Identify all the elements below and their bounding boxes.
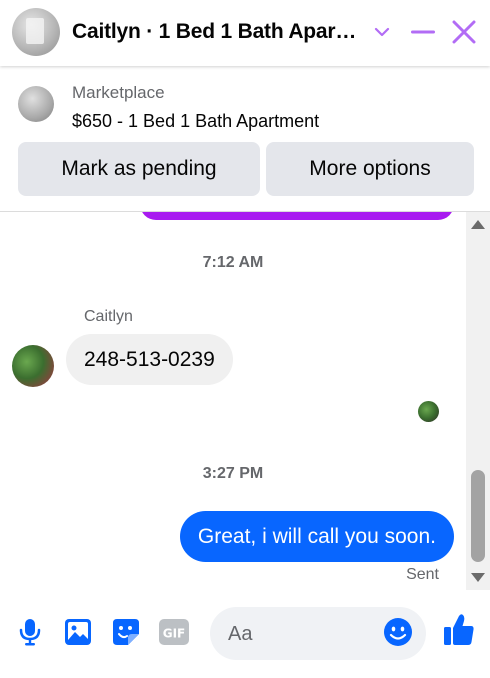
listing-title[interactable]: $650 - 1 Bed 1 Bath Apartment	[72, 111, 319, 132]
sender-name: Caitlyn	[84, 308, 133, 325]
listing-thumbnail[interactable]	[18, 86, 54, 122]
message-thread[interactable]: 7:12 AM Caitlyn 248-513-0239 3:27 PM Gre…	[0, 212, 490, 590]
thumbs-up-icon	[444, 614, 474, 645]
emoji-icon	[384, 618, 412, 646]
previous-message-bubble[interactable]	[140, 212, 454, 220]
message-status: Sent	[406, 566, 439, 583]
voice-clip-button[interactable]	[14, 616, 46, 648]
timestamp: 3:27 PM	[202, 465, 264, 482]
timestamp: 7:12 AM	[202, 254, 264, 271]
photo-icon	[65, 619, 91, 645]
listing-source: Marketplace	[72, 83, 165, 102]
microphone-icon	[19, 619, 41, 646]
scrollbar-thumb[interactable]	[471, 470, 485, 562]
sender-avatar[interactable]	[12, 345, 54, 387]
scroll-up-arrow-icon[interactable]	[471, 220, 485, 229]
message-composer: GIF	[0, 590, 490, 678]
minimize-button[interactable]	[406, 15, 440, 49]
conversation-title[interactable]: Caitlyn · 1 Bed 1 Bath Apar…	[72, 20, 364, 44]
chat-header: Caitlyn · 1 Bed 1 Bath Apar…	[0, 0, 490, 66]
marketplace-listing-card: Marketplace $650 - 1 Bed 1 Bath Apartmen…	[0, 66, 490, 212]
sticker-button[interactable]	[110, 616, 142, 648]
message-input[interactable]	[228, 619, 388, 649]
minimize-icon	[411, 30, 435, 34]
send-like-button[interactable]	[442, 612, 476, 648]
close-button[interactable]	[447, 15, 481, 49]
close-icon	[452, 20, 476, 44]
incoming-message[interactable]: 248-513-0239	[66, 334, 233, 385]
chevron-down-icon	[374, 27, 390, 37]
chevron-down-button[interactable]	[365, 15, 399, 49]
svg-text:GIF: GIF	[163, 627, 186, 641]
gif-button[interactable]: GIF	[158, 616, 190, 648]
sticker-icon	[113, 619, 139, 645]
read-receipt-avatar	[418, 401, 439, 422]
more-options-button[interactable]: More options	[266, 142, 474, 196]
mark-as-pending-button[interactable]: Mark as pending	[18, 142, 260, 196]
gif-icon: GIF	[159, 619, 189, 645]
outgoing-message[interactable]: Great, i will call you soon.	[179, 511, 454, 562]
scroll-down-arrow-icon[interactable]	[471, 573, 485, 582]
emoji-button[interactable]	[382, 616, 414, 648]
attach-photo-button[interactable]	[62, 616, 94, 648]
conversation-avatar[interactable]	[12, 8, 60, 56]
